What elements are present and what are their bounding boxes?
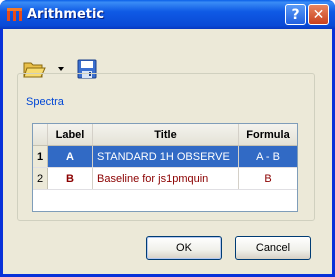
table-row[interactable]: 1 A STANDARD 1H OBSERVE A - B	[33, 146, 297, 168]
formula-cell[interactable]: A - B	[239, 146, 297, 167]
close-icon: ✕	[312, 6, 325, 23]
help-icon: ?	[291, 6, 300, 23]
window-title: Arithmetic	[27, 7, 105, 22]
formula-cell[interactable]: B	[239, 168, 297, 189]
header-label[interactable]: Label	[48, 124, 93, 145]
table-row[interactable]: 2 B Baseline for js1pmquin B	[33, 168, 297, 190]
spectra-table[interactable]: Label Title Formula 1 A STANDARD 1H OBSE…	[32, 123, 298, 212]
title-bar[interactable]: Arithmetic ? ✕	[0, 0, 335, 29]
label-cell[interactable]: B	[48, 168, 93, 189]
table-header: Label Title Formula	[33, 124, 297, 146]
spectra-group-label: Spectra	[24, 96, 66, 108]
arithmetic-dialog: Arithmetic ? ✕ Spectra Label Title Formu…	[0, 0, 335, 277]
cancel-button[interactable]: Cancel	[235, 236, 311, 260]
row-index[interactable]: 1	[33, 146, 48, 167]
title-cell[interactable]: STANDARD 1H OBSERVE	[93, 146, 239, 167]
app-icon	[7, 8, 22, 21]
header-title[interactable]: Title	[93, 124, 239, 145]
help-button[interactable]: ?	[285, 4, 306, 25]
ok-button[interactable]: OK	[146, 236, 222, 260]
header-index	[33, 124, 48, 145]
header-formula[interactable]: Formula	[239, 124, 297, 145]
close-button[interactable]: ✕	[308, 4, 329, 25]
title-cell[interactable]: Baseline for js1pmquin	[93, 168, 239, 189]
label-cell[interactable]: A	[48, 146, 93, 167]
row-index[interactable]: 2	[33, 168, 48, 189]
dropdown-arrow-icon[interactable]	[58, 67, 64, 71]
